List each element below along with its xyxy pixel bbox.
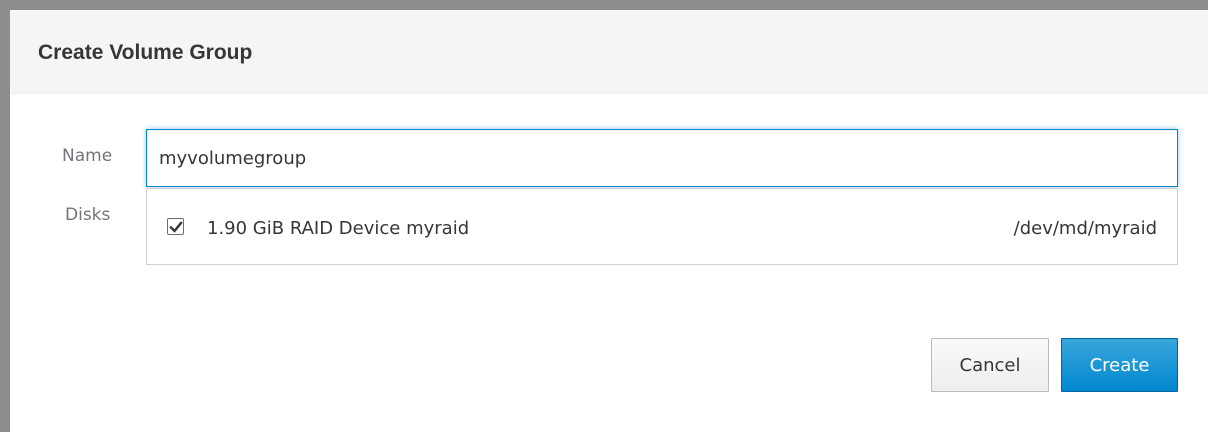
name-label: Name <box>62 146 113 166</box>
dialog-header: Create Volume Group <box>10 10 1208 94</box>
create-button[interactable]: Create <box>1061 338 1178 392</box>
create-volume-group-dialog: Create Volume Group Name Disks 1.90 GiB … <box>10 10 1208 432</box>
disk-checkbox[interactable] <box>167 218 184 235</box>
disk-list: 1.90 GiB RAID Device myraid /dev/md/myra… <box>146 188 1178 265</box>
dialog-title: Create Volume Group <box>38 41 253 64</box>
disk-path: /dev/md/myraid <box>1013 218 1157 239</box>
cancel-button[interactable]: Cancel <box>931 338 1049 392</box>
name-input[interactable] <box>146 129 1178 187</box>
page-backdrop: Create Volume Group Name Disks 1.90 GiB … <box>0 0 1208 432</box>
checkmark-icon <box>169 221 183 233</box>
disks-label: Disks <box>65 205 111 225</box>
disk-label: 1.90 GiB RAID Device myraid <box>207 218 470 239</box>
disk-row[interactable]: 1.90 GiB RAID Device myraid /dev/md/myra… <box>147 189 1177 264</box>
